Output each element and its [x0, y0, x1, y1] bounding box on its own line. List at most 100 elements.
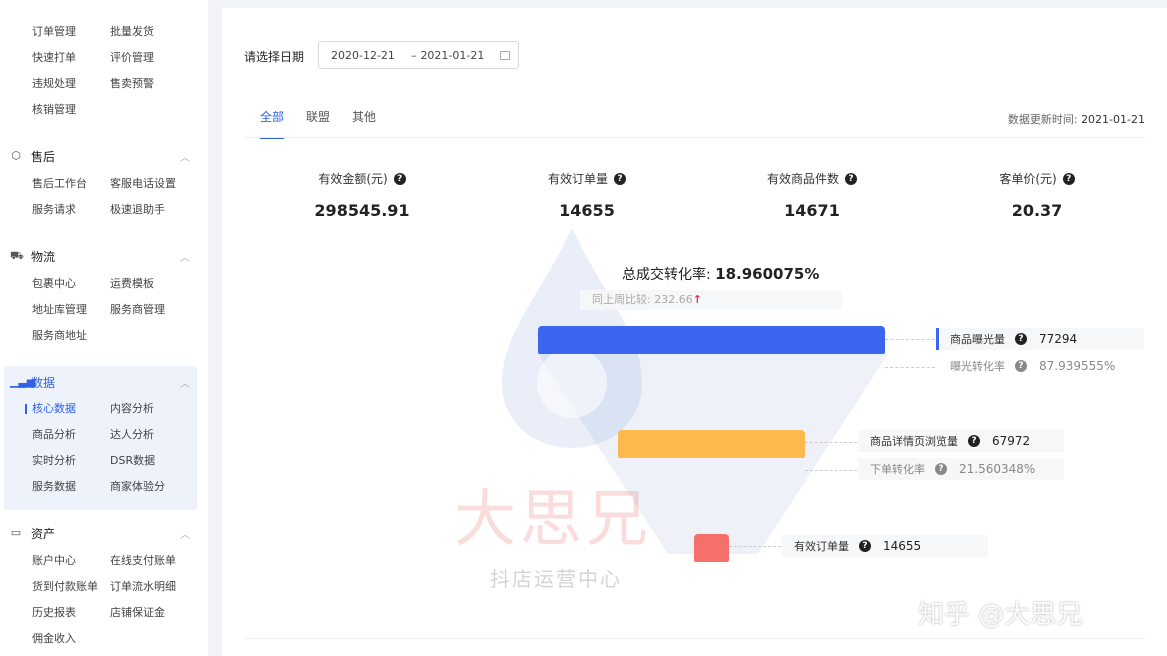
tab-all[interactable]: 全部: [260, 108, 285, 139]
sidebar-item[interactable]: 内容分析: [110, 396, 210, 422]
funnel-stage-exposure: 商品曝光量 ? 77294: [940, 328, 1144, 350]
metric-label: 有效商品件数: [766, 172, 839, 186]
help-icon[interactable]: ?: [845, 172, 857, 185]
help-icon[interactable]: ?: [393, 172, 406, 185]
sidebar-item-writeoff[interactable]: 核销管理: [32, 97, 110, 123]
tab-alliance[interactable]: 联盟: [306, 108, 330, 139]
week-compare: 同上周比较: 232.66↑: [580, 290, 842, 310]
help-icon[interactable]: ?: [859, 540, 871, 552]
sidebar-item[interactable]: 商家体验分: [110, 474, 210, 500]
truck-icon: ⛟: [10, 249, 24, 262]
sidebar-item[interactable]: 服务商地址: [32, 323, 110, 349]
box-icon: ⬡: [11, 149, 21, 162]
help-icon[interactable]: ?: [935, 463, 947, 475]
sidebar-item[interactable]: 历史报表: [32, 600, 110, 626]
date-range-picker[interactable]: 2020-12-21 – 2021-01-21: [318, 41, 519, 69]
leader-line: [805, 442, 857, 443]
sidebar-item-sale-warning[interactable]: 售卖预警: [110, 71, 210, 97]
sidebar-aftersale-group: 售后工作台 客服电话设置 服务请求 极速退助手: [32, 171, 210, 223]
metric-label: 客单价(元): [999, 172, 1057, 186]
conversion-value: 18.960075%: [715, 265, 820, 283]
stage-value: 77294: [1039, 332, 1078, 346]
stage-label: 商品曝光量: [950, 333, 1005, 346]
sidebar-item[interactable]: 达人分析: [110, 422, 210, 448]
help-icon[interactable]: ?: [1015, 360, 1027, 372]
sidebar-order-group: 订单管理 批量发货 快速打单 评价管理 违规处理 售卖预警 核销管理: [32, 19, 210, 123]
leader-line: [885, 339, 935, 340]
stage-value: 14655: [883, 539, 922, 553]
sidebar-item[interactable]: 地址库管理: [32, 297, 110, 323]
section-title: 资产: [31, 526, 56, 541]
funnel-rate-exposure: 曝光转化率 ? 87.939555%: [940, 355, 1115, 377]
sidebar-item[interactable]: 极速退助手: [110, 197, 210, 223]
sidebar-item[interactable]: 服务商管理: [110, 297, 210, 323]
sidebar-item[interactable]: 货到付款账单: [32, 574, 110, 600]
sidebar-section-aftersale[interactable]: ⬡ 售后 ︿: [10, 143, 196, 169]
funnel-stage-orders: 有效订单量 ? 14655: [782, 535, 988, 557]
sidebar-item-review-manage[interactable]: 评价管理: [110, 45, 210, 71]
watermark-zhihu: 知乎 @大思兄: [918, 600, 1083, 630]
sidebar-item[interactable]: 售后工作台: [32, 171, 110, 197]
stage-label: 有效订单量: [794, 540, 849, 553]
metric-label: 有效订单量: [547, 172, 608, 186]
funnel-stage-detail-views: 商品详情页浏览量 ? 67972: [858, 430, 1064, 452]
sidebar-item[interactable]: 运费模板: [110, 271, 210, 297]
update-time-label: 数据更新时间:: [1007, 113, 1078, 126]
help-icon[interactable]: ?: [614, 172, 626, 185]
sidebar-item-quick-print[interactable]: 快速打单: [32, 45, 110, 71]
update-time: 数据更新时间: 2021-01-21: [1008, 111, 1145, 127]
sidebar-section-assets[interactable]: ▭ 资产 ︿: [10, 520, 196, 546]
sidebar-item[interactable]: 在线支付账单: [110, 548, 210, 574]
help-icon[interactable]: ?: [968, 435, 980, 447]
metric-avg-order-price: 客单价(元)? 20.37: [947, 170, 1127, 220]
metric-valid-items: 有效商品件数? 14671: [722, 170, 902, 220]
sidebar-item-order-manage[interactable]: 订单管理: [32, 19, 110, 45]
metric-valid-orders: 有效订单量? 14655: [497, 170, 677, 220]
sidebar-section-data[interactable]: ▁▃▅ 数据 ︿: [10, 369, 196, 395]
leader-line: [805, 470, 857, 471]
sidebar-section-logistics[interactable]: ⛟ 物流 ︿: [10, 243, 196, 269]
sidebar-item[interactable]: 实时分析: [32, 448, 110, 474]
stage-value: 67972: [992, 434, 1031, 448]
chevron-up-icon: ︿: [180, 529, 190, 541]
section-title: 售后: [31, 149, 56, 164]
sidebar-item[interactable]: 客服电话设置: [110, 171, 210, 197]
date-start[interactable]: 2020-12-21: [331, 49, 395, 62]
help-icon[interactable]: ?: [1015, 333, 1027, 345]
funnel-bar-orders: [694, 534, 729, 562]
metric-valid-amount: 有效金额(元)? 298545.91: [272, 170, 452, 220]
leader-line: [885, 367, 935, 368]
sidebar-item-violation[interactable]: 违规处理: [32, 71, 110, 97]
arrow-up-icon: ↑: [692, 293, 702, 306]
sidebar-data-group: 核心数据 内容分析 商品分析 达人分析 实时分析 DSR数据 服务数据 商家体验…: [25, 396, 210, 500]
date-end[interactable]: 2021-01-21: [420, 49, 484, 62]
update-time-value: 2021-01-21: [1081, 113, 1145, 126]
sidebar-item[interactable]: 服务数据: [32, 474, 110, 500]
tab-other[interactable]: 其他: [352, 108, 376, 139]
sidebar-item-batch-ship[interactable]: 批量发货: [110, 19, 210, 45]
rate-label: 曝光转化率: [950, 360, 1005, 373]
sidebar-item[interactable]: 佣金收入: [32, 626, 110, 652]
chart-icon: ▁▃▅: [10, 375, 36, 388]
sidebar-item[interactable]: 店铺保证金: [110, 600, 210, 626]
date-filter-label: 请选择日期: [244, 50, 305, 64]
funnel-bar-detail-views: [618, 430, 805, 458]
sidebar-item[interactable]: 订单流水明细: [110, 574, 210, 600]
metric-value: 20.37: [1011, 201, 1063, 220]
stage-marker: [936, 328, 939, 350]
sidebar-item[interactable]: 商品分析: [32, 422, 110, 448]
help-icon[interactable]: ?: [1062, 172, 1075, 185]
funnel-rate-detail: 下单转化率 ? 21.560348%: [858, 458, 1064, 480]
sidebar-item[interactable]: 服务请求: [32, 197, 110, 223]
sidebar-item[interactable]: DSR数据: [110, 448, 210, 474]
sidebar-item[interactable]: 账户中心: [32, 548, 110, 574]
funnel-bar-exposure: [538, 326, 885, 354]
sidebar-item-core-data[interactable]: 核心数据: [25, 396, 110, 422]
watermark-sub: 抖店运营中心: [490, 567, 622, 591]
metric-value: 298545.91: [314, 201, 410, 220]
conversion-label: 总成交转化率:: [622, 267, 711, 283]
calendar-icon[interactable]: [500, 50, 511, 60]
sidebar-logistics-group: 包裹中心 运费模板 地址库管理 服务商管理 服务商地址: [32, 271, 210, 349]
bottom-divider: [244, 638, 1145, 639]
sidebar-item[interactable]: 包裹中心: [32, 271, 110, 297]
